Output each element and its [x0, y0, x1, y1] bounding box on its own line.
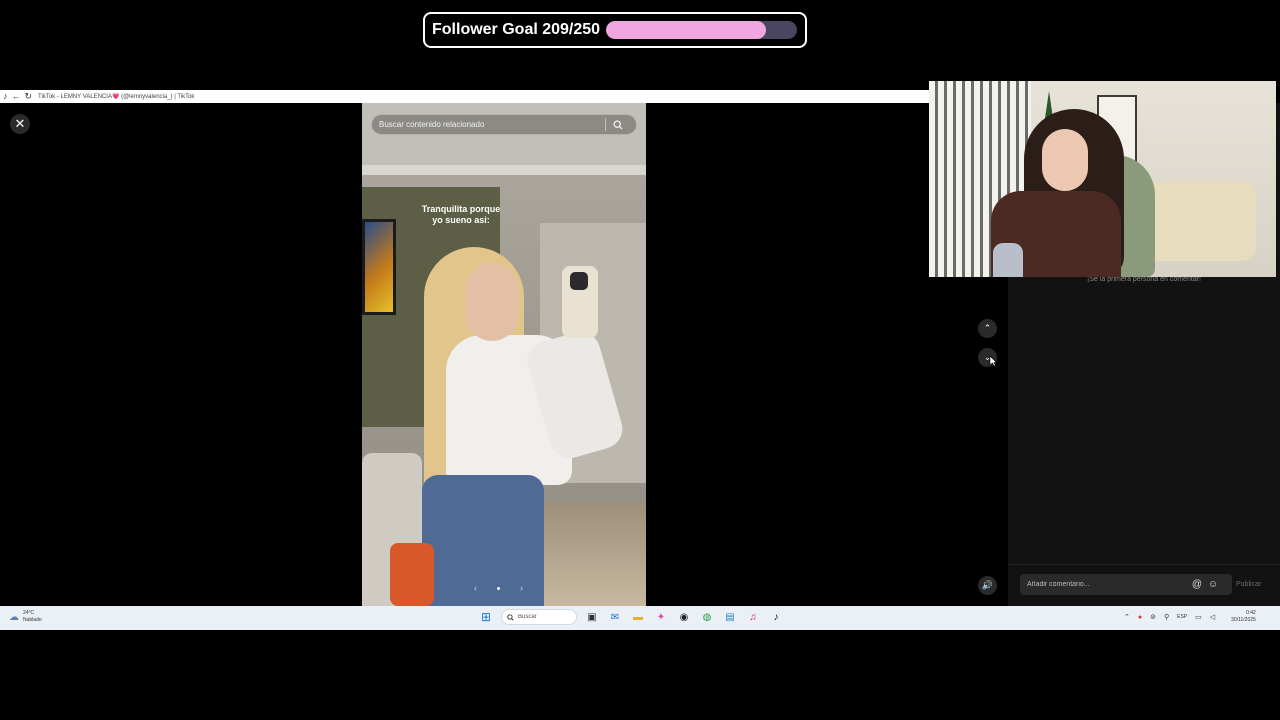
microphone-icon[interactable]: ⚲: [1164, 613, 1169, 621]
weather-description: Nublado: [23, 617, 42, 623]
webcam-sofa: [1144, 181, 1256, 261]
search-icon: [507, 613, 514, 621]
close-button[interactable]: ✕: [10, 114, 30, 134]
follower-goal-progress-bar: [606, 21, 798, 39]
windows-start-icon[interactable]: ⊞: [478, 609, 494, 625]
speaker-icon: 🔊: [981, 580, 994, 590]
video-painting: [362, 219, 396, 315]
carousel-dot: [497, 586, 500, 590]
reload-icon[interactable]: ↻: [25, 92, 33, 101]
follower-goal-label: Follower Goal 209/250: [432, 21, 601, 38]
language-indicator[interactable]: ESP: [1177, 614, 1187, 620]
back-arrow-icon[interactable]: ←: [12, 92, 21, 101]
tiktok-studio-icon[interactable]: ♫: [745, 609, 761, 625]
comment-box[interactable]: @ ☺: [1020, 574, 1232, 595]
clock-date: 30/11/2025: [1231, 617, 1256, 623]
clock-time: 0:42: [1246, 610, 1256, 616]
weather-widget[interactable]: ☁ 24°C Nublado: [9, 610, 42, 624]
mention-icon[interactable]: @: [1189, 579, 1205, 590]
tiktok-icon[interactable]: ♪: [768, 609, 784, 625]
video-person-bag: [390, 543, 434, 606]
comments-divider: [1008, 564, 1280, 565]
weather-temperature: 24°C: [23, 610, 35, 616]
cloud-icon: ☁: [9, 611, 19, 623]
phone-camera: [570, 272, 588, 290]
search-icon: [613, 120, 623, 129]
video-caption: Tranquilita porque yo sueno asi:: [362, 204, 560, 226]
speaker-icon[interactable]: ◁: [1210, 613, 1215, 621]
follower-goal-progress-fill: [606, 21, 766, 39]
system-tray: ⌃ ● ⊘ ⚲ ESP ▭ ◁ 0:42 30/11/2025: [1124, 610, 1256, 624]
emoji-icon[interactable]: ☺: [1205, 579, 1221, 590]
publish-button[interactable]: Publicar: [1236, 581, 1261, 588]
taskbar-apps: ⊞ ▣ ✉ ▬ ✦ ◉ ◍ ▤ ♫ ♪: [478, 609, 784, 625]
app-icon[interactable]: ◉: [676, 609, 692, 625]
browser-tab-title: TikTok - LEMNY VALENCIA💗 (@lemnyvalencia…: [38, 94, 195, 100]
video-caption-line-1: Tranquilita porque: [421, 204, 501, 214]
carousel-indicator: ‹ ›: [474, 583, 523, 593]
video-person-face: [466, 263, 518, 341]
video-molding: [362, 165, 646, 175]
mouse-cursor-icon: [989, 355, 997, 367]
video-person-phone: [562, 266, 598, 338]
tiktok-icon: ♪: [3, 91, 8, 101]
notepad-icon[interactable]: ▤: [722, 609, 738, 625]
copilot-icon[interactable]: ✦: [653, 609, 669, 625]
file-explorer-icon[interactable]: ▬: [630, 609, 646, 625]
chrome-icon[interactable]: ◍: [699, 609, 715, 625]
app-tray-icon[interactable]: ●: [1138, 614, 1142, 621]
volume-button[interactable]: 🔊: [978, 576, 997, 595]
webcam-streamer-face: [1042, 129, 1088, 191]
related-search-box[interactable]: [371, 114, 637, 135]
previous-video-button[interactable]: ⌃: [978, 319, 997, 338]
system-clock[interactable]: 0:42 30/11/2025: [1231, 610, 1256, 624]
chevron-up-icon[interactable]: ⌃: [1124, 613, 1130, 621]
network-icon[interactable]: ⊘: [1150, 613, 1156, 621]
webcam-overlay: [929, 81, 1276, 277]
task-view-icon[interactable]: ▣: [584, 609, 600, 625]
video-caption-line-2: yo sueno asi:: [432, 215, 490, 225]
taskbar-search[interactable]: [501, 609, 577, 625]
follower-goal-widget: Follower Goal 209/250: [423, 12, 807, 48]
related-search-button[interactable]: [606, 115, 630, 134]
browser-title-bar: ♪ ← ↻ TikTok - LEMNY VALENCIA💗 (@lemnyva…: [0, 90, 930, 103]
outlook-icon[interactable]: ✉: [607, 609, 623, 625]
close-icon: ✕: [14, 116, 26, 131]
video-viewer: ✕ Tranquilita porque yo sueno asi: ‹: [0, 103, 1008, 606]
webcam-microphone: [993, 243, 1023, 277]
comment-input[interactable]: [1027, 581, 1189, 588]
carousel-next-icon[interactable]: ›: [520, 583, 523, 593]
display-icon[interactable]: ▭: [1195, 613, 1202, 621]
carousel-prev-icon[interactable]: ‹: [474, 583, 477, 593]
video-player[interactable]: Tranquilita porque yo sueno asi: ‹ ›: [362, 103, 646, 606]
taskbar-search-input[interactable]: [518, 614, 566, 620]
windows-taskbar: ☁ 24°C Nublado ⊞ ▣ ✉ ▬ ✦ ◉ ◍ ▤ ♫ ♪ ⌃ ● ⊘…: [0, 606, 1280, 630]
related-search-input[interactable]: [379, 120, 605, 129]
chevron-up-icon: ⌃: [983, 323, 992, 333]
no-comments-text: ¡Sé la primera persona en comentar!: [1087, 276, 1201, 283]
